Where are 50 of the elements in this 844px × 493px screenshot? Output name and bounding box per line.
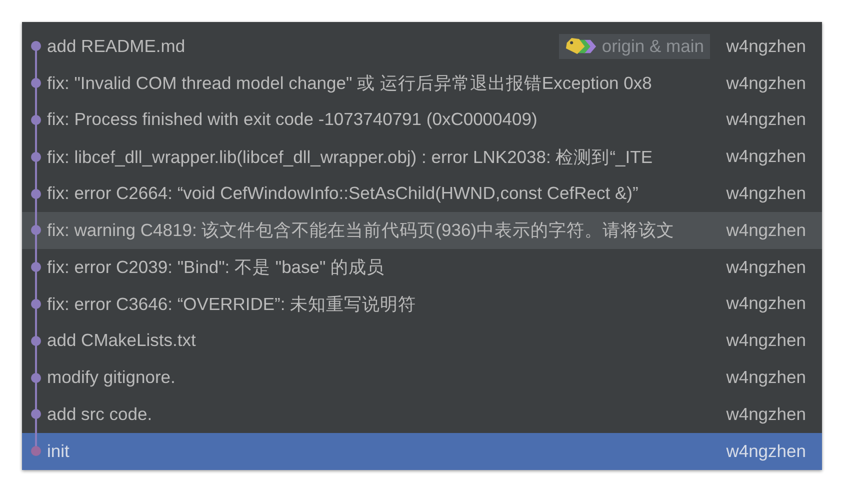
commit-row[interactable]: fix: error C2039: "Bind": 不是 "base" 的成员 w4ngzhen bbox=[22, 248, 822, 286]
commit-dot-icon bbox=[31, 298, 41, 309]
commit-message: modify gitignore. bbox=[47, 367, 176, 388]
tag-icon bbox=[564, 36, 597, 56]
commit-author: w4ngzhen bbox=[725, 404, 806, 425]
commit-message: fix: warning C4819: 该文件包含不能在当前代码页(936)中表示的字符。请将该文 bbox=[47, 219, 676, 242]
commit-author: w4ngzhen bbox=[725, 330, 806, 352]
commit-row[interactable]: modify gitignore. w4ngzhen bbox=[22, 359, 822, 396]
commit-row[interactable]: init w4ngzhen bbox=[22, 432, 822, 470]
commit-row[interactable]: add CMakeLists.txt w4ngzhen bbox=[22, 322, 822, 360]
commit-dot-icon bbox=[31, 336, 41, 346]
commit-message: fix: "Invalid COM thread model change" 或 运行后异常退出报错Exception 0x8 bbox=[47, 72, 653, 96]
commit-row[interactable]: fix: Process finished with exit code -1073740791 (0xC0000409) w4ngzhen bbox=[22, 102, 822, 138]
commit-dot-icon bbox=[31, 114, 41, 125]
commit-author: w4ngzhen bbox=[725, 293, 806, 314]
commit-message: add src code. bbox=[47, 404, 154, 425]
commit-message: fix: error C2039: "Bind": 不是 "base" 的成员 bbox=[47, 256, 386, 280]
commit-dot-icon bbox=[31, 409, 41, 420]
commit-row[interactable]: fix: libcef_dll_wrapper.lib(libcef_dll_wrapper.obj) : error LNK2038: 检测到“_ITE w4ngzhen bbox=[22, 138, 822, 176]
commit-author: w4ngzhen bbox=[725, 72, 806, 94]
commit-row[interactable]: add src code. w4ngzhen bbox=[22, 396, 822, 433]
commit-message: add README.md bbox=[47, 36, 186, 57]
commit-author: w4ngzhen bbox=[725, 256, 806, 278]
branch-name: origin & main bbox=[602, 36, 704, 57]
commit-row[interactable]: fix: error C3646: “OVERRIDE”: 未知重写说明符 w4ngzhen bbox=[22, 286, 822, 322]
commit-dot-icon bbox=[31, 225, 41, 236]
commit-author: w4ngzhen bbox=[725, 36, 806, 57]
commit-dot-icon bbox=[31, 446, 41, 456]
commit-message: fix: Process finished with exit code -1073740791 (0xC0000409) bbox=[47, 109, 538, 130]
commit-dot-icon bbox=[31, 78, 41, 88]
commit-author: w4ngzhen bbox=[725, 109, 806, 130]
commit-author: w4ngzhen bbox=[725, 183, 806, 204]
commit-message: fix: error C2664: “void CefWindowInfo::SetAsChild(HWND,const CefRect &)” bbox=[47, 183, 640, 204]
commit-message: fix: error C3646: “OVERRIDE”: 未知重写说明符 bbox=[47, 292, 418, 316]
commit-dot-icon bbox=[31, 188, 41, 199]
commit-row[interactable]: fix: "Invalid COM thread model change" 或 运行后异常退出报错Exception 0x8 w4ngzhen bbox=[22, 64, 822, 102]
commit-dot-icon bbox=[31, 372, 41, 383]
commit-author: w4ngzhen bbox=[725, 220, 806, 241]
commit-message: fix: libcef_dll_wrapper.lib(libcef_dll_wrapper.obj) : error LNK2038: 检测到“_ITE bbox=[47, 146, 654, 169]
commit-dot-icon bbox=[31, 262, 41, 272]
commit-author: w4ngzhen bbox=[725, 146, 806, 168]
commit-author: w4ngzhen bbox=[725, 440, 806, 462]
commit-row[interactable]: fix: error C2664: “void CefWindowInfo::SetAsChild(HWND,const CefRect &)” w4ngzhen bbox=[22, 175, 822, 212]
commit-dot-icon bbox=[31, 152, 41, 162]
commit-author: w4ngzhen bbox=[725, 367, 806, 388]
commit-row[interactable]: add README.md origin & main w4ngzhen bbox=[22, 28, 822, 65]
commit-message: init bbox=[47, 440, 70, 462]
commit-message: add CMakeLists.txt bbox=[47, 330, 197, 352]
commit-row[interactable]: fix: warning C4819: 该文件包含不能在当前代码页(936)中表示的字符。请将该文 w4ngzhen bbox=[22, 212, 822, 249]
commit-dot-icon bbox=[31, 41, 41, 52]
